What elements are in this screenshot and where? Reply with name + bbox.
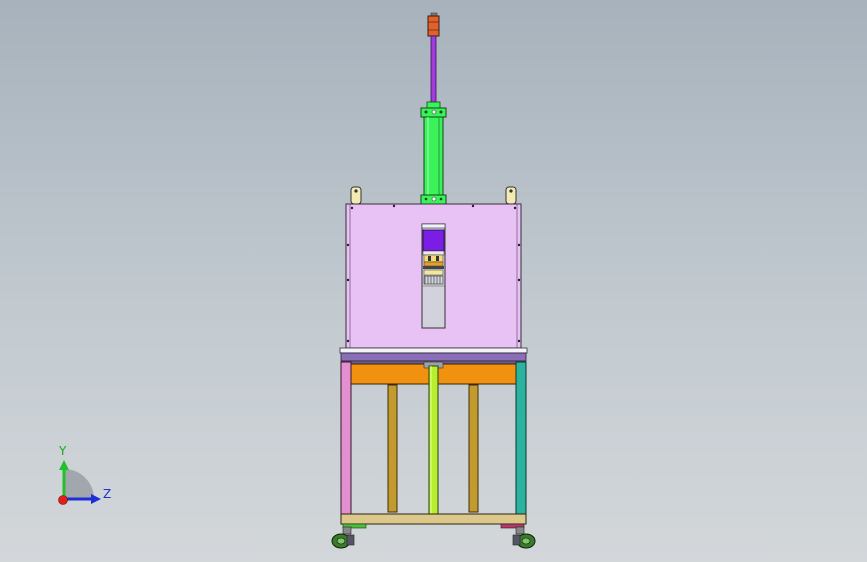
left-top-bracket [350, 186, 362, 205]
cylinder-upper-flange [420, 101, 447, 118]
right-caster-wheel [512, 526, 536, 549]
left-caster-wheel [331, 526, 355, 549]
cabinet-viewing-window [421, 223, 446, 329]
press-machine-model[interactable] [331, 12, 536, 549]
frame-left-leg [340, 361, 352, 516]
work-table-top [339, 347, 528, 362]
cad-viewport[interactable]: Y Z [0, 0, 867, 562]
cylinder-piston-rod [430, 35, 437, 105]
cylinder-top-cap [427, 12, 440, 37]
triad-plane-arc [64, 469, 94, 499]
frame-base [340, 513, 527, 529]
frame-inner-strut-right [468, 384, 479, 513]
frame-inner-strut-left [387, 384, 398, 513]
cylinder-lower-flange [420, 194, 447, 205]
frame-center-column [428, 365, 439, 516]
y-axis-label: Y [58, 444, 67, 458]
z-axis-label: Z [103, 487, 111, 501]
x-axis-origin-marker [58, 495, 68, 505]
coordinate-triad: Y Z [58, 444, 111, 505]
right-top-bracket [505, 186, 517, 205]
frame-right-leg [515, 361, 527, 516]
cylinder-barrel [423, 116, 444, 196]
